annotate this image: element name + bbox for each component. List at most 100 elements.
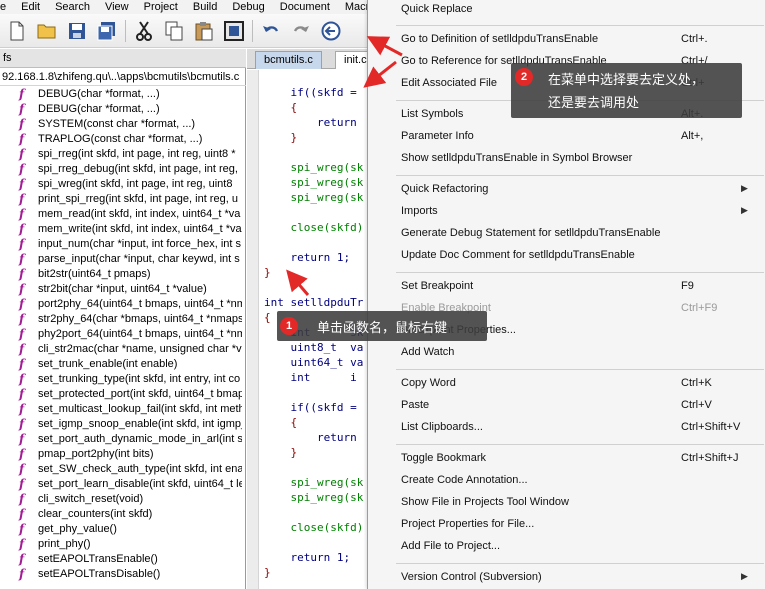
symbol-list-item[interactable]: f DEBUG(char *format, ...)	[0, 102, 242, 117]
menu-build[interactable]: Build	[185, 0, 224, 14]
submenu-arrow-icon: ▶	[741, 205, 748, 215]
menu-item-go-to-definition-of-setlldpdutransenable[interactable]: Go to Definition of setlldpduTransEnable…	[368, 30, 765, 52]
menu-item-paste[interactable]: Paste Ctrl+V	[368, 396, 765, 418]
code-line: spi_wreg(sk	[264, 191, 364, 204]
paste-icon[interactable]	[193, 20, 215, 42]
symbol-signature: set_SW_check_auth_type(int skfd, int ena	[38, 463, 242, 475]
symbol-list-item[interactable]: f phy2port_64(uint64_t bmaps, uint64_t *n…	[0, 327, 242, 342]
menu-item-toggle-bookmark[interactable]: Toggle Bookmark Ctrl+Shift+J	[368, 449, 765, 471]
symbol-list-item[interactable]: f set_SW_check_auth_type(int skfd, int en…	[0, 462, 242, 477]
symbol-list-item[interactable]: f SYSTEM(const char *format, ...)	[0, 117, 242, 132]
save-icon[interactable]	[66, 20, 88, 42]
symbol-list-item[interactable]: f TRAPLOG(const char *format, ...)	[0, 132, 242, 147]
symbol-list-item[interactable]: f set_igmp_snoop_enable(int skfd, int igm…	[0, 417, 242, 432]
code-line: spi_wreg(sk	[264, 161, 364, 174]
frame-icon[interactable]	[223, 20, 245, 42]
symbol-list-item[interactable]: f mem_write(int skfd, int index, uint64_t…	[0, 222, 242, 237]
symbol-list-item[interactable]: f cli_str2mac(char *name, unsigned char *…	[0, 342, 242, 357]
symbol-list-item[interactable]: f parse_input(char *input, char keywd, in…	[0, 252, 242, 267]
symbol-list-item[interactable]: f spi_rreg(int skfd, int page, int reg, u…	[0, 147, 242, 162]
open-folder-icon[interactable]	[36, 20, 58, 42]
menu-item-set-breakpoint[interactable]: Set Breakpoint F9	[368, 277, 765, 299]
symbol-list-item[interactable]: f set_port_auth_dynamic_mode_in_arl(int s…	[0, 432, 242, 447]
symbol-list-item[interactable]: f set_trunking_type(int skfd, int entry, …	[0, 372, 242, 387]
code-line: spi_wreg(sk	[264, 176, 364, 189]
menu-document[interactable]: Document	[272, 0, 337, 14]
symbol-list-item[interactable]: f get_phy_value()	[0, 522, 242, 537]
menu-item-label: Copy Word	[401, 377, 456, 389]
menu-item-label: Set Breakpoint	[401, 280, 474, 292]
symbol-list-item[interactable]: f set_port_learn_disable(int skfd, uint64…	[0, 477, 242, 492]
symbol-list-item[interactable]: f port2phy_64(uint64_t bmaps, uint64_t *n…	[0, 297, 242, 312]
menu-item-imports[interactable]: Imports ▶	[368, 202, 765, 224]
function-icon: f	[19, 447, 25, 461]
menu-search[interactable]: Search	[47, 0, 97, 14]
menu-item-show-setlldpdutransenable-in-symbol-browser[interactable]: Show setlldpduTransEnable in Symbol Brow…	[368, 149, 765, 171]
symbol-list-item[interactable]: f pmap_port2phy(int bits)	[0, 447, 242, 462]
symbol-list-item[interactable]: f print_spi_rreg(int skfd, int page, int …	[0, 192, 242, 207]
symbol-list-item[interactable]: f setEAPOLTransEnable()	[0, 552, 242, 567]
symbol-signature: str2bit(char *input, uint64_t *value)	[38, 283, 207, 295]
menu-item-label: Quick Replace	[401, 3, 473, 15]
code-line: close(skfd)	[264, 221, 364, 234]
menu-item-parameter-info[interactable]: Parameter Info Alt+,	[368, 127, 765, 149]
menu-item-quick-refactoring[interactable]: Quick Refactoring ▶	[368, 180, 765, 202]
symbol-list-item[interactable]: f set_protected_port(int skfd, uint64_t b…	[0, 387, 242, 402]
function-icon: f	[19, 402, 25, 416]
menu-project[interactable]: Project	[136, 0, 185, 14]
symbol-list-item[interactable]: f setEAPOLTransDisable()	[0, 567, 242, 582]
menu-file[interactable]: e	[0, 0, 13, 14]
back-icon[interactable]	[320, 20, 342, 42]
symbol-list-item[interactable]: f str2phy_64(char *bmaps, uint64_t *nmaps	[0, 312, 242, 327]
function-icon: f	[19, 342, 25, 356]
menu-item-label: Show setlldpduTransEnable in Symbol Brow…	[401, 152, 633, 164]
undo-icon[interactable]	[260, 20, 282, 42]
symbol-list-item[interactable]: f print_phy()	[0, 537, 242, 552]
symbol-list-item[interactable]: f set_multicast_lookup_fail(int skfd, int…	[0, 402, 242, 417]
menu-debug[interactable]: Debug	[224, 0, 271, 14]
cut-icon[interactable]	[133, 20, 155, 42]
symbol-list-item[interactable]: f spi_wreg(int skfd, int page, int reg, u…	[0, 177, 242, 192]
symbol-list-item[interactable]: f clear_counters(int skfd)	[0, 507, 242, 522]
symbol-list-item[interactable]: f bit2str(uint64_t pmaps)	[0, 267, 242, 282]
symbol-list-item[interactable]: f spi_rreg_debug(int skfd, int page, int …	[0, 162, 242, 177]
symbol-signature: DEBUG(char *format, ...)	[38, 103, 160, 115]
symbol-list-item[interactable]: f str2bit(char *input, uint64_t *value)	[0, 282, 242, 297]
save-all-icon[interactable]	[96, 20, 118, 42]
menu-item-add-file-to-project[interactable]: Add File to Project...	[368, 537, 765, 559]
menu-item-create-code-annotation[interactable]: Create Code Annotation...	[368, 471, 765, 493]
menu-item-list-clipboards[interactable]: List Clipboards... Ctrl+Shift+V	[368, 418, 765, 440]
menu-separator	[396, 369, 764, 370]
symbols-panel-tab[interactable]: fs	[0, 49, 246, 68]
menu-item-copy-word[interactable]: Copy Word Ctrl+K	[368, 374, 765, 396]
function-icon: f	[19, 372, 25, 386]
menu-item-add-watch[interactable]: Add Watch	[368, 343, 765, 365]
menu-view[interactable]: View	[97, 0, 136, 14]
menu-item-update-doc-comment-for-setlldpdutransenable[interactable]: Update Doc Comment for setlldpduTransEna…	[368, 246, 765, 268]
symbol-list-item[interactable]: f input_num(char *input, int force_hex, i…	[0, 237, 242, 252]
symbol-signature: SYSTEM(const char *format, ...)	[38, 118, 196, 130]
new-file-icon[interactable]	[6, 20, 28, 42]
menu-item-generate-debug-statement-for-setlldpdutransenable[interactable]: Generate Debug Statement for setlldpduTr…	[368, 224, 765, 246]
menu-item-project-properties-for-file[interactable]: Project Properties for File...	[368, 515, 765, 537]
symbol-list-item[interactable]: f cli_switch_reset(void)	[0, 492, 242, 507]
menu-item-show-file-in-projects-tool-window[interactable]: Show File in Projects Tool Window	[368, 493, 765, 515]
menu-edit[interactable]: Edit	[13, 0, 47, 14]
symbol-list-item[interactable]: f DEBUG(char *format, ...)	[0, 87, 242, 102]
code-line: }	[264, 266, 271, 279]
code-line: return 1;	[264, 251, 351, 264]
menu-bar: e Edit Search View Project Build Debug D…	[0, 0, 370, 14]
code-line: uint8_t va	[264, 341, 364, 354]
function-icon: f	[19, 147, 25, 161]
symbol-list-item[interactable]: f mem_read(int skfd, int index, uint64_t …	[0, 207, 242, 222]
menu-item-version-control-subversion[interactable]: Version Control (Subversion) ▶	[368, 568, 765, 589]
redo-icon[interactable]	[290, 20, 312, 42]
symbols-panel: fs 92.168.1.8\zhifeng.qu\..\apps\bcmutil…	[0, 49, 246, 589]
symbol-signature: set_trunk_enable(int enable)	[38, 358, 178, 370]
menu-item-quick-replace[interactable]: Quick Replace	[368, 0, 765, 22]
tab-bcmutils[interactable]: bcmutils.c	[255, 51, 322, 69]
copy-icon[interactable]	[163, 20, 185, 42]
code-line: int i	[264, 371, 357, 384]
symbol-list-item[interactable]: f set_trunk_enable(int enable)	[0, 357, 242, 372]
